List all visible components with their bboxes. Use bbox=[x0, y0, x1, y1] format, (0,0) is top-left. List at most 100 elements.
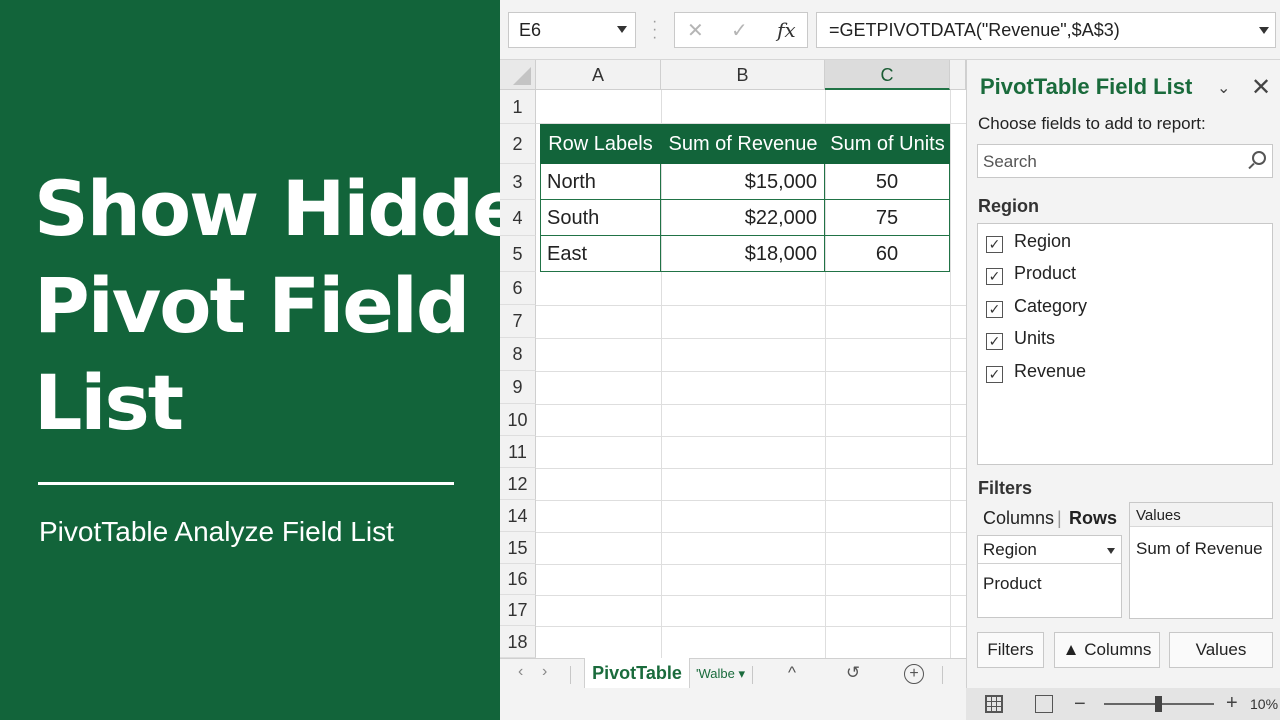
checkbox-icon[interactable]: ✓ bbox=[986, 236, 1003, 253]
tab-other-sheet[interactable]: 'Walbe ▾ bbox=[696, 666, 745, 682]
row-header-11[interactable]: 11 bbox=[500, 436, 536, 468]
formula-bar: E6 · · · ✕ ✓ fx =GETPIVOTDATA("Revenue",$A… bbox=[500, 0, 1280, 60]
column-header-b[interactable]: B bbox=[661, 60, 825, 90]
search-placeholder: Search bbox=[983, 152, 1037, 171]
normal-view-icon[interactable] bbox=[985, 695, 1003, 713]
chevron-down-icon[interactable] bbox=[617, 26, 627, 33]
rows-item-label: Region bbox=[983, 540, 1037, 559]
columns-button-label: Columns bbox=[1084, 640, 1152, 659]
chevron-down-icon[interactable]: ⌄ bbox=[1217, 78, 1230, 98]
rows-area[interactable]: Region Product bbox=[977, 535, 1122, 618]
checkbox-icon[interactable]: ✓ bbox=[986, 268, 1003, 285]
field-label: Region bbox=[1014, 231, 1072, 251]
pivot-row-label[interactable]: North bbox=[540, 164, 661, 200]
hero-subtitle: PivotTable Analyze Field List bbox=[39, 516, 394, 547]
search-icon[interactable] bbox=[1252, 151, 1266, 165]
pivot-row-label[interactable]: South bbox=[540, 200, 661, 236]
hero-title-line-2: Pivot Field bbox=[34, 261, 470, 350]
row-header-18[interactable]: 18 bbox=[500, 626, 536, 658]
values-item[interactable]: Sum of Revenue bbox=[1136, 539, 1263, 559]
drag-handle-icon[interactable]: · · · bbox=[652, 14, 657, 46]
row-header-15[interactable]: 15 bbox=[500, 532, 536, 564]
row-header-7[interactable]: 7 bbox=[500, 305, 536, 338]
column-header-d[interactable] bbox=[950, 60, 966, 90]
row-header-14[interactable]: 14 bbox=[500, 500, 536, 532]
pivot-cell-revenue[interactable]: $22,000 bbox=[661, 200, 825, 236]
values-area[interactable]: Values Sum of Revenue bbox=[1129, 502, 1273, 619]
close-icon[interactable]: ✕ bbox=[1251, 73, 1271, 102]
row-header-16[interactable]: 16 bbox=[500, 564, 536, 595]
field-search-input[interactable]: Search bbox=[977, 144, 1273, 178]
cancel-icon[interactable]: ✕ bbox=[687, 18, 704, 43]
insert-function-icon[interactable]: fx bbox=[777, 18, 796, 42]
pivot-header-row-labels[interactable]: Row Labels bbox=[540, 124, 661, 164]
filters-label: Filters bbox=[978, 478, 1033, 498]
pivot-row-label[interactable]: East bbox=[540, 236, 661, 272]
field-item-category[interactable]: ✓ Category bbox=[986, 296, 1087, 320]
fields-list: ✓ Region ✓ Product ✓ Category ✓ Units ✓ Reven… bbox=[977, 223, 1273, 465]
name-box[interactable]: E6 bbox=[508, 12, 636, 48]
pivot-header-sum-units[interactable]: Sum of Units bbox=[825, 124, 950, 164]
column-header-c[interactable]: C bbox=[825, 60, 950, 90]
pivot-cell-units[interactable]: 75 bbox=[825, 200, 950, 236]
row-header-9[interactable]: 9 bbox=[500, 371, 536, 404]
row-header-10[interactable]: 10 bbox=[500, 404, 536, 436]
field-item-revenue[interactable]: ✓ Revenue bbox=[986, 361, 1086, 385]
row-header-17[interactable]: 17 bbox=[500, 595, 536, 626]
page-layout-icon[interactable] bbox=[1035, 695, 1053, 713]
rows-item[interactable]: Product bbox=[983, 574, 1042, 594]
rows-item-dropdown[interactable]: Region bbox=[978, 536, 1121, 564]
row-header-8[interactable]: 8 bbox=[500, 338, 536, 371]
row-header-12[interactable]: 12 bbox=[500, 468, 536, 500]
row-header-6[interactable]: 6 bbox=[500, 272, 536, 305]
hero-title: Show Hidden Pivot Field List bbox=[34, 160, 576, 451]
tab-pivottable[interactable]: PivotTable bbox=[584, 658, 690, 689]
area-tab-columns[interactable]: Columns bbox=[983, 508, 1054, 529]
area-tabs: Columns | Rows bbox=[977, 502, 1127, 534]
formula-actions: ✕ ✓ fx bbox=[674, 12, 808, 48]
column-header-a[interactable]: A bbox=[536, 60, 661, 90]
chevron-down-icon[interactable] bbox=[1107, 548, 1115, 554]
select-all-corner[interactable] bbox=[500, 60, 536, 90]
row-header-2[interactable]: 2 bbox=[500, 124, 536, 164]
checkbox-icon[interactable]: ✓ bbox=[986, 333, 1003, 350]
area-tab-separator: | bbox=[1057, 508, 1062, 528]
pivot-cell-units[interactable]: 60 bbox=[825, 236, 950, 272]
pivot-cell-revenue[interactable]: $18,000 bbox=[661, 236, 825, 272]
prev-sheet-icon[interactable]: ‹ bbox=[518, 663, 523, 681]
field-label: Category bbox=[1014, 296, 1088, 316]
hero-title-line-1: Show Hidden bbox=[34, 164, 576, 253]
pivot-header-sum-revenue[interactable]: Sum of Revenue bbox=[661, 124, 825, 164]
checkbox-icon[interactable]: ✓ bbox=[986, 301, 1003, 318]
field-item-units[interactable]: ✓ Units bbox=[986, 328, 1055, 352]
pivot-cell-units[interactable]: 50 bbox=[825, 164, 950, 200]
enter-icon[interactable]: ✓ bbox=[731, 18, 748, 43]
hero-divider bbox=[38, 482, 454, 485]
zoom-slider-thumb[interactable] bbox=[1155, 696, 1162, 712]
pane-title: PivotTable Field List bbox=[980, 74, 1193, 99]
next-sheet-icon[interactable]: › bbox=[542, 663, 547, 681]
pane-prompt: Choose fields to add to report: bbox=[978, 114, 1206, 133]
add-sheet-icon[interactable]: + bbox=[904, 664, 924, 684]
row-header-1[interactable]: 1 bbox=[500, 90, 536, 124]
row-header-5[interactable]: 5 bbox=[500, 236, 536, 272]
zoom-out-icon[interactable]: − bbox=[1074, 693, 1086, 716]
zoom-in-icon[interactable]: + bbox=[1226, 692, 1238, 715]
undo-icon[interactable]: ↺ bbox=[846, 663, 860, 683]
field-item-region[interactable]: ✓ Region bbox=[986, 231, 1071, 255]
checkbox-icon[interactable]: ✓ bbox=[986, 366, 1003, 383]
area-tab-rows[interactable]: Rows bbox=[1069, 508, 1117, 529]
field-label: Revenue bbox=[1014, 361, 1087, 381]
values-header: Values bbox=[1130, 503, 1272, 527]
values-button[interactable]: Values bbox=[1169, 632, 1273, 668]
scroll-up-icon[interactable]: ^ bbox=[788, 663, 796, 683]
columns-button[interactable]: ▲ Columns bbox=[1054, 632, 1160, 668]
field-item-product[interactable]: ✓ Product bbox=[986, 263, 1076, 287]
row-header-3[interactable]: 3 bbox=[500, 164, 536, 200]
filters-button[interactable]: Filters bbox=[977, 632, 1044, 668]
zoom-level[interactable]: 10% bbox=[1250, 696, 1278, 712]
expand-formula-icon[interactable] bbox=[1259, 27, 1269, 34]
row-header-4[interactable]: 4 bbox=[500, 200, 536, 236]
pivot-cell-revenue[interactable]: $15,000 bbox=[661, 164, 825, 200]
formula-input[interactable]: =GETPIVOTDATA("Revenue",$A$3) bbox=[816, 12, 1276, 48]
